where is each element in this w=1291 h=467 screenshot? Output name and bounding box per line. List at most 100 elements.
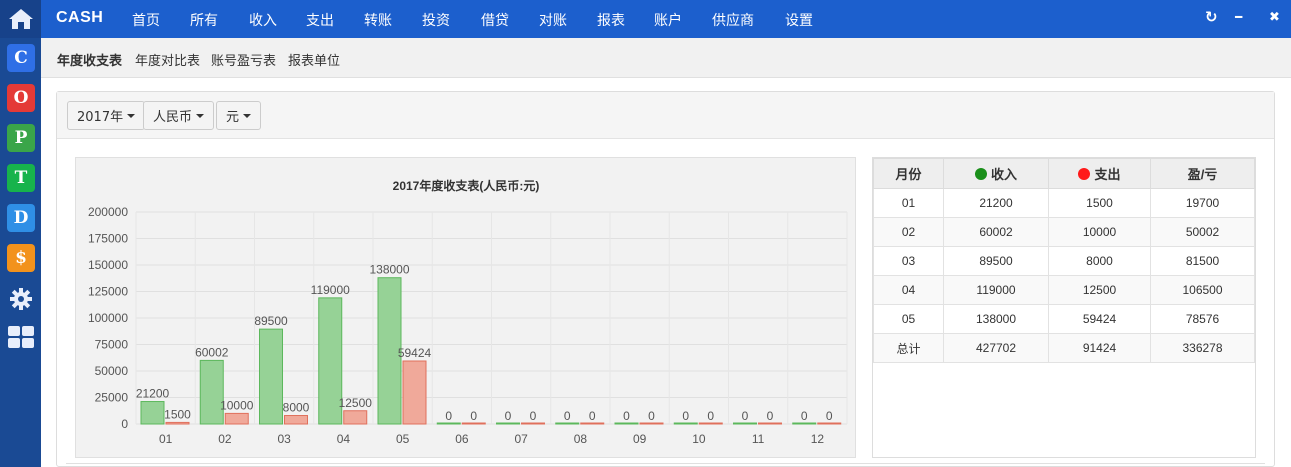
- bar-expense: [580, 422, 605, 425]
- bar-income: [496, 422, 520, 425]
- nav-item-settings[interactable]: 设置: [785, 10, 813, 30]
- year-dropdown[interactable]: 2017年: [67, 101, 146, 130]
- nav-item-transfer[interactable]: 转账: [364, 10, 392, 30]
- p-app-icon-glyph: P: [14, 128, 28, 148]
- dollar-app-icon-glyph: $: [15, 248, 27, 268]
- left-sidebar: C O P T D $: [0, 0, 41, 467]
- home-icon[interactable]: [0, 0, 41, 38]
- y-tick-label: 175000: [88, 232, 128, 246]
- year-value: 2017年: [77, 110, 124, 125]
- bar-expense: [817, 422, 842, 425]
- caret-down-icon: [196, 113, 205, 118]
- y-tick-label: 50000: [95, 364, 129, 378]
- bar-data-label: 60002: [195, 345, 229, 359]
- bar-data-label: 0: [682, 409, 689, 423]
- bar-data-label: 0: [564, 409, 571, 423]
- tab-annual-income-expense[interactable]: 年度收支表: [57, 50, 122, 69]
- bar-data-label: 0: [707, 409, 714, 423]
- nav-item-suppliers[interactable]: 供应商: [712, 10, 754, 30]
- chart-title: 2017年度收支表(人民币:元): [393, 178, 540, 193]
- header-expense-label: 支出: [1094, 167, 1121, 182]
- y-tick-label: 0: [121, 417, 128, 431]
- bar-income: [733, 422, 757, 425]
- x-tick-label: 02: [218, 432, 232, 446]
- cell-month: 总计: [873, 333, 944, 363]
- close-icon[interactable]: ✖: [1269, 10, 1280, 25]
- bar-data-label: 0: [470, 409, 477, 423]
- cell-profit: 78576: [1150, 304, 1255, 334]
- currency-dropdown[interactable]: 人民币: [143, 101, 215, 130]
- cell-month: 04: [873, 275, 944, 305]
- bar-data-label: 0: [742, 409, 749, 423]
- table-row: 总计 427702 91424 336278: [873, 333, 1255, 363]
- nav-item-home[interactable]: 首页: [132, 10, 160, 30]
- c-app-icon[interactable]: C: [7, 44, 35, 72]
- grid-icon[interactable]: [7, 323, 35, 351]
- bar-data-label: 8000: [283, 401, 310, 415]
- bar-expense: [639, 422, 664, 425]
- bar-data-label: 12500: [339, 396, 373, 410]
- header-income: 收入: [943, 158, 1049, 189]
- cell-expense: 10000: [1048, 217, 1151, 247]
- bar-data-label: 1500: [164, 407, 191, 421]
- bar-data-label: 21200: [136, 387, 170, 401]
- bar-data-label: 0: [445, 409, 452, 423]
- cell-profit: 336278: [1150, 333, 1255, 363]
- unit-dropdown[interactable]: 元: [216, 101, 262, 130]
- tab-report-unit[interactable]: 报表单位: [288, 50, 340, 69]
- y-tick-label: 150000: [88, 258, 128, 272]
- t-app-icon[interactable]: T: [7, 164, 35, 192]
- o-app-icon[interactable]: O: [7, 84, 35, 112]
- panel-bottom-divider: [66, 463, 1265, 467]
- caret-down-icon: [127, 113, 136, 118]
- nav-item-accounts[interactable]: 账户: [654, 10, 682, 30]
- d-app-icon[interactable]: D: [7, 204, 35, 232]
- app-brand[interactable]: CASH: [56, 9, 103, 27]
- gear-icon[interactable]: [7, 285, 35, 313]
- report-subnav: 年度收支表 年度对比表 账号盈亏表 报表单位: [41, 38, 1291, 78]
- cell-profit: 106500: [1150, 275, 1255, 305]
- nav-item-investment[interactable]: 投资: [422, 10, 450, 30]
- tab-account-profit-loss[interactable]: 账号盈亏表: [211, 50, 276, 69]
- table-row: 02 60002 10000 50002: [873, 217, 1255, 247]
- header-profit: 盈/亏: [1150, 158, 1255, 189]
- cell-income: 89500: [943, 246, 1049, 276]
- expense-dot-icon: [1078, 168, 1091, 180]
- bar-data-label: 0: [648, 409, 655, 423]
- table-header-row: 月份 收入 支出 盈/亏: [873, 158, 1255, 189]
- nav-item-income[interactable]: 收入: [249, 10, 277, 30]
- bar-data-label: 59424: [398, 346, 432, 360]
- x-tick-label: 11: [752, 432, 765, 446]
- cell-expense: 59424: [1048, 304, 1151, 334]
- table-row: 03 89500 8000 81500: [873, 246, 1255, 276]
- tab-annual-comparison[interactable]: 年度对比表: [135, 50, 200, 69]
- unit-value: 元: [226, 110, 240, 125]
- y-tick-label: 125000: [88, 285, 128, 299]
- table-row: 04 119000 12500 106500: [873, 275, 1255, 305]
- minimize-icon[interactable]: ━: [1235, 10, 1242, 24]
- header-month: 月份: [873, 158, 944, 189]
- p-app-icon[interactable]: P: [7, 124, 35, 152]
- x-tick-label: 01: [159, 432, 173, 446]
- header-expense: 支出: [1048, 158, 1151, 189]
- nav-item-reports[interactable]: 报表: [597, 10, 625, 30]
- nav-item-loan[interactable]: 借贷: [481, 10, 509, 30]
- dollar-app-icon[interactable]: $: [7, 244, 35, 272]
- nav-item-reconcile[interactable]: 对账: [539, 10, 567, 30]
- refresh-icon[interactable]: ↻: [1205, 8, 1218, 26]
- nav-item-expense[interactable]: 支出: [306, 10, 334, 30]
- cell-month: 01: [873, 188, 944, 218]
- bar-income: [436, 422, 461, 425]
- nav-item-all[interactable]: 所有: [190, 10, 218, 30]
- table-row: 05 138000 59424 78576: [873, 304, 1255, 334]
- bar-chart: 2017年度收支表(人民币:元)025000500007500010000012…: [88, 178, 848, 446]
- bar-expense: [521, 422, 545, 425]
- cell-income: 21200: [943, 188, 1049, 218]
- x-tick-label: 09: [633, 432, 647, 446]
- bar-data-label: 0: [767, 409, 774, 423]
- bar-income: [614, 422, 639, 425]
- cell-income: 60002: [943, 217, 1049, 247]
- header-income-label: 收入: [990, 167, 1017, 182]
- bar-data-label: 89500: [254, 314, 288, 328]
- bar-data-label: 0: [589, 409, 596, 423]
